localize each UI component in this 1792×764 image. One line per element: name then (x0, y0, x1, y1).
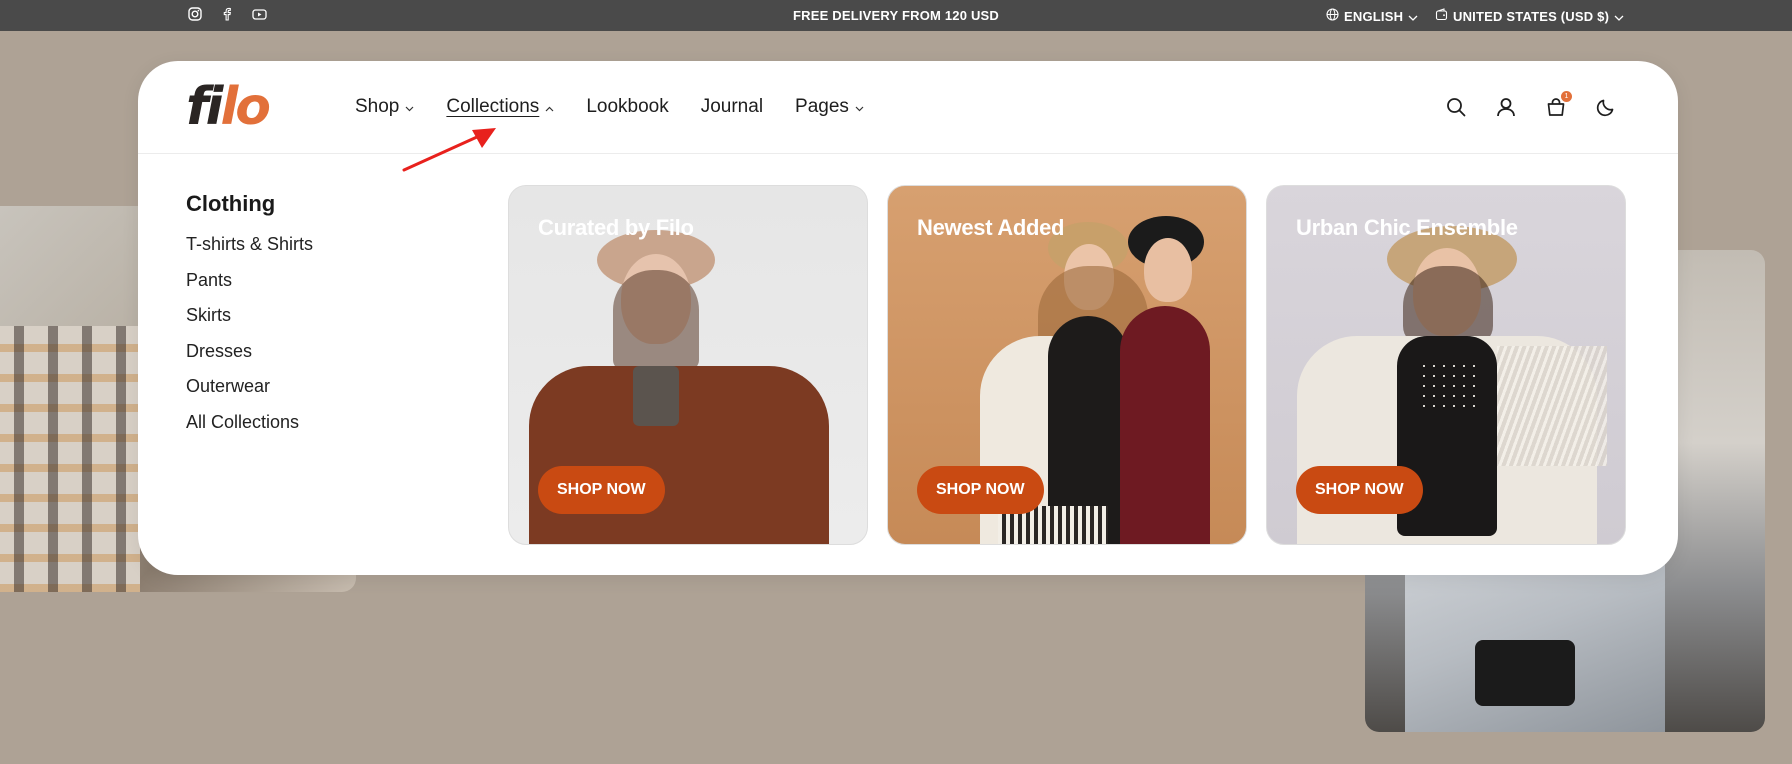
nav-item-pages[interactable]: Pages (795, 96, 864, 118)
coat-shape (529, 366, 829, 544)
clothing-column: Clothing T-shirts & Shirts Pants Skirts … (186, 191, 313, 447)
dark-mode-icon[interactable] (1596, 96, 1616, 118)
cart-count-badge: 1 (1561, 91, 1572, 102)
menu-link-tshirts[interactable]: T-shirts & Shirts (186, 234, 313, 270)
chevron-down-icon (1408, 9, 1418, 24)
handbag-figure (1475, 640, 1575, 706)
primary-menu: Shop Collections Lookbook Journal Pages (355, 96, 896, 118)
plaid-shirt-figure (0, 326, 140, 592)
nav-item-journal[interactable]: Journal (701, 96, 763, 118)
menu-link-pants[interactable]: Pants (186, 270, 313, 306)
nav-item-collections[interactable]: Collections (446, 96, 554, 118)
logo-text-accent: lo (220, 77, 271, 137)
language-label: ENGLISH (1344, 8, 1404, 24)
promo-card-urban-chic[interactable]: Urban Chic Ensemble SHOP NOW (1266, 185, 1626, 545)
chevron-down-icon (1614, 9, 1624, 24)
menu-link-skirts[interactable]: Skirts (186, 305, 313, 341)
hair-shape (613, 270, 699, 370)
promo-title: Curated by Filo (538, 215, 694, 240)
language-selector[interactable]: ENGLISH (1326, 8, 1418, 24)
shop-now-button[interactable]: SHOP NOW (1296, 466, 1423, 514)
nav-item-lookbook[interactable]: Lookbook (586, 96, 668, 118)
currency-label: UNITED STATES (USD $) (1453, 8, 1610, 24)
menu-link-all-collections[interactable]: All Collections (186, 412, 313, 448)
announcement-bar: FREE DELIVERY FROM 120 USD ENGLISH UNITE… (0, 0, 1792, 31)
fringe-shape (1497, 346, 1607, 466)
header-actions: 1 (1446, 91, 1616, 118)
chevron-up-icon (545, 96, 554, 118)
nav-label: Shop (355, 96, 400, 117)
nav-label: Pages (795, 96, 849, 117)
shop-now-button[interactable]: SHOP NOW (917, 466, 1044, 514)
main-nav-bar: filo Shop Collections Lookbook Journal P… (138, 61, 1678, 154)
currency-selector[interactable]: UNITED STATES (USD $) (1435, 8, 1624, 24)
chevron-down-icon (855, 96, 864, 118)
account-icon[interactable] (1496, 96, 1516, 118)
logo-text-dark: fi (186, 77, 223, 137)
search-icon[interactable] (1446, 96, 1466, 118)
nav-item-shop[interactable]: Shop (355, 96, 414, 118)
hair-shape (1403, 266, 1493, 346)
cart-icon[interactable]: 1 (1546, 91, 1572, 118)
chevron-down-icon (405, 96, 414, 118)
annotation-arrow-icon (402, 128, 496, 172)
shop-now-button[interactable]: SHOP NOW (538, 466, 665, 514)
promo-card-newest[interactable]: Newest Added SHOP NOW (887, 185, 1247, 545)
dress-shape (1120, 306, 1210, 544)
clothing-links: T-shirts & Shirts Pants Skirts Dresses O… (186, 234, 313, 447)
promo-title: Urban Chic Ensemble (1296, 215, 1518, 240)
header-card: filo Shop Collections Lookbook Journal P… (138, 61, 1678, 575)
menu-link-outerwear[interactable]: Outerwear (186, 376, 313, 412)
promo-card-curated[interactable]: Curated by Filo SHOP NOW (508, 185, 868, 545)
head-shape (1144, 238, 1192, 302)
globe-icon (1326, 8, 1339, 24)
promo-title: Newest Added (917, 215, 1065, 240)
menu-link-dresses[interactable]: Dresses (186, 341, 313, 377)
nav-label: Collections (446, 96, 540, 117)
embroidery-shape (1419, 361, 1475, 411)
nav-label: Journal (700, 96, 764, 117)
blouse-shape (633, 366, 679, 426)
nav-label: Lookbook (586, 96, 669, 117)
column-heading: Clothing (186, 191, 276, 216)
wallet-icon (1435, 8, 1448, 24)
site-logo[interactable]: filo (186, 77, 271, 137)
